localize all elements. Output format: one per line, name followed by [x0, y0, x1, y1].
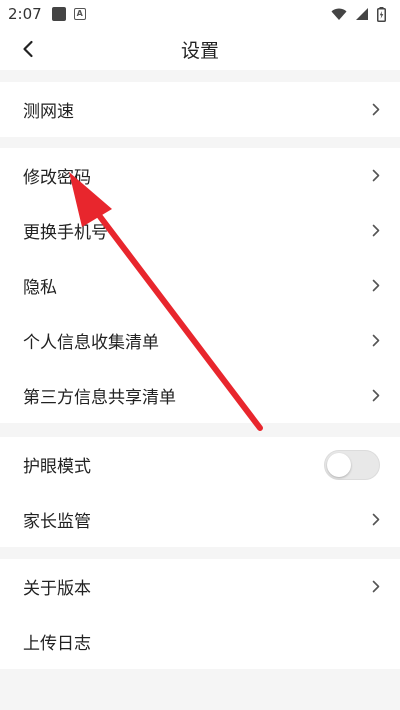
- settings-group-network: 测网速: [0, 82, 400, 137]
- battery-icon: [377, 6, 386, 22]
- settings-item-personal-info-list[interactable]: 个人信息收集清单: [0, 313, 400, 368]
- chevron-right-icon: [368, 513, 380, 527]
- settings-item-speed-test[interactable]: 测网速: [0, 82, 400, 137]
- signal-icon: [356, 8, 368, 20]
- a-box-icon: A: [73, 8, 86, 20]
- settings-item-label: 上传日志: [23, 634, 91, 654]
- settings-item-label: 个人信息收集清单: [23, 333, 159, 353]
- settings-group-display: 护眼模式 家长监管: [0, 437, 400, 547]
- settings-item-third-party-sharing-list[interactable]: 第三方信息共享清单: [0, 368, 400, 423]
- status-time: 2:07: [8, 5, 42, 23]
- settings-item-label: 家长监管: [23, 512, 91, 532]
- settings-item-privacy[interactable]: 隐私: [0, 258, 400, 313]
- settings-item-label: 护眼模式: [23, 457, 91, 477]
- chevron-right-icon: [368, 103, 380, 117]
- chevron-right-icon: [368, 224, 380, 238]
- settings-item-label: 隐私: [23, 278, 57, 298]
- settings-item-about-version[interactable]: 关于版本: [0, 559, 400, 614]
- settings-item-label: 更换手机号: [23, 223, 108, 243]
- square-icon: [51, 7, 66, 21]
- settings-item-label: 测网速: [23, 102, 74, 122]
- settings-group-about: 关于版本 上传日志: [0, 559, 400, 669]
- chevron-right-icon: [368, 279, 380, 293]
- status-icons: [331, 6, 386, 22]
- settings-item-label: 修改密码: [23, 168, 91, 188]
- chevron-right-icon: [368, 334, 380, 348]
- back-button[interactable]: [16, 37, 40, 61]
- chevron-right-icon: [368, 580, 380, 594]
- nav-bar: 设置: [0, 28, 400, 70]
- settings-item-change-phone[interactable]: 更换手机号: [0, 203, 400, 258]
- chevron-right-icon: [368, 169, 380, 183]
- page-title: 设置: [180, 39, 219, 62]
- settings-item-change-password[interactable]: 修改密码: [0, 148, 400, 203]
- settings-group-account: 修改密码 更换手机号 隐私 个人信息收集清单 第三方信息共享清单: [0, 148, 400, 423]
- settings-item-parental-control[interactable]: 家长监管: [0, 492, 400, 547]
- settings-item-eye-care-mode: 护眼模式: [0, 437, 400, 492]
- wifi-icon: [331, 8, 347, 20]
- settings-item-label: 关于版本: [23, 579, 91, 599]
- chevron-left-icon: [23, 40, 33, 58]
- status-bar: 2:07 A: [0, 0, 400, 28]
- eye-care-toggle[interactable]: [324, 449, 380, 480]
- toggle-knob: [327, 452, 351, 477]
- chevron-right-icon: [368, 389, 380, 403]
- settings-item-label: 第三方信息共享清单: [23, 388, 176, 408]
- settings-item-upload-log[interactable]: 上传日志: [0, 614, 400, 669]
